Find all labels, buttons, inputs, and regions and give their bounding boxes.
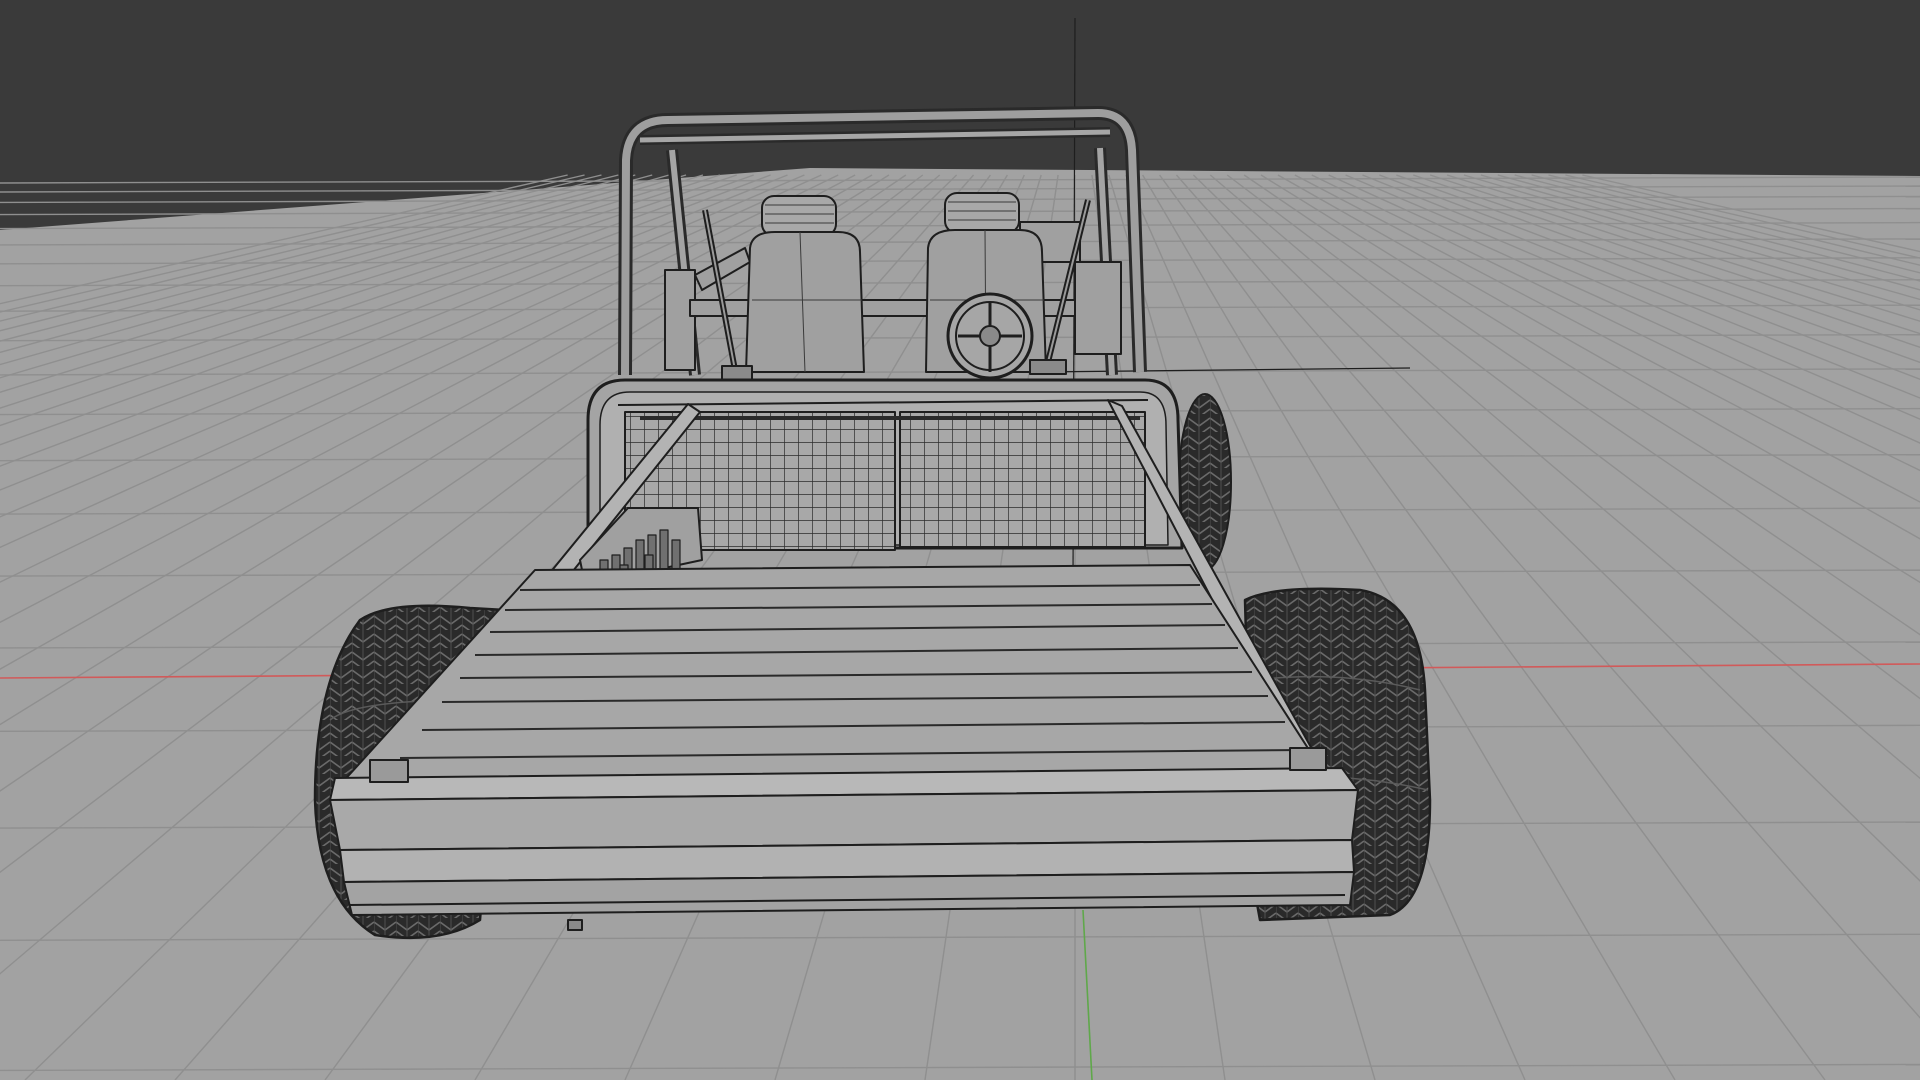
3d-viewport[interactable] — [0, 0, 1920, 1080]
rear-mesh-grille — [624, 411, 1146, 551]
viewport-canvas[interactable] — [0, 0, 1920, 1080]
steering-wheel[interactable] — [946, 292, 1034, 380]
